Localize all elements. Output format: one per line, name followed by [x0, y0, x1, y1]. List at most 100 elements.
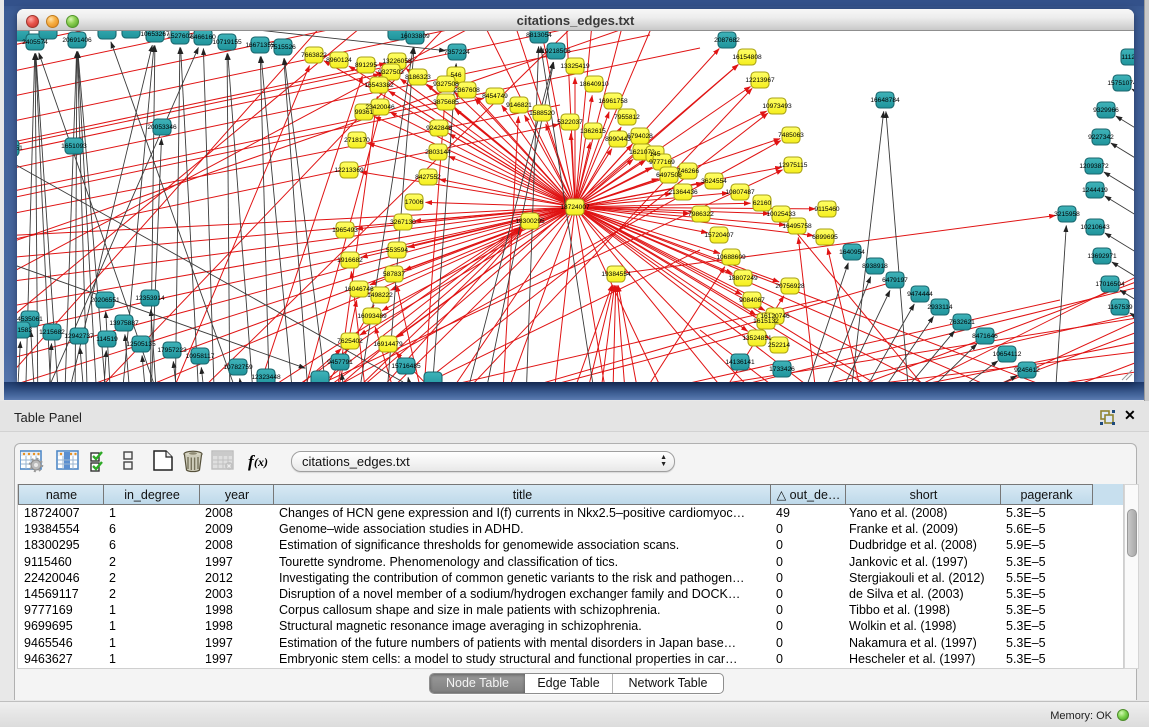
svg-text:16648784: 16648784 [870, 97, 900, 104]
svg-text:18724007: 18724007 [560, 204, 590, 211]
svg-text:16093489: 16093489 [357, 313, 387, 320]
svg-text:16033809: 16033809 [400, 33, 430, 40]
svg-text:12323448: 12323448 [251, 374, 281, 381]
svg-text:20053346: 20053346 [147, 124, 177, 131]
svg-text:546: 546 [450, 72, 461, 79]
svg-text:7632621: 7632621 [949, 319, 975, 326]
svg-text:9245612: 9245612 [1014, 367, 1040, 374]
svg-text:2087682: 2087682 [714, 37, 740, 44]
svg-text:10719155: 10719155 [212, 39, 242, 46]
svg-text:1244419: 1244419 [1082, 187, 1108, 194]
svg-text:19384554: 19384554 [601, 271, 631, 278]
svg-text:3875685: 3875685 [433, 99, 459, 106]
svg-text:1498222: 1498222 [367, 292, 393, 299]
svg-text:15751074: 15751074 [1107, 80, 1134, 87]
svg-text:19218506: 19218506 [541, 48, 571, 55]
svg-text:391583: 391583 [17, 327, 32, 334]
svg-text:7986322: 7986322 [688, 211, 714, 218]
svg-text:16154808: 16154808 [732, 54, 762, 61]
svg-text:4535061: 4535061 [17, 316, 43, 323]
svg-text:8427552: 8427552 [415, 174, 441, 181]
svg-text:7515526: 7515526 [270, 44, 296, 51]
svg-text:3215958: 3215958 [1054, 211, 1080, 218]
svg-text:891295: 891295 [355, 62, 377, 69]
svg-text:12975115: 12975115 [779, 162, 808, 169]
svg-text:2803144: 2803144 [425, 149, 451, 156]
svg-text:9777169: 9777169 [649, 159, 675, 166]
svg-text:5322037: 5322037 [557, 119, 583, 126]
svg-text:10025433: 10025433 [766, 211, 796, 218]
svg-text:2636051: 2636051 [17, 145, 23, 152]
svg-text:16495758: 16495758 [782, 223, 812, 230]
svg-text:3624554: 3624554 [701, 178, 727, 185]
svg-text:8938918: 8938918 [862, 263, 888, 270]
svg-text:1651093: 1651093 [61, 143, 87, 150]
svg-text:9227342: 9227342 [1088, 134, 1114, 141]
svg-text:2405574: 2405574 [22, 39, 48, 46]
svg-text:18807249: 18807249 [728, 275, 758, 282]
svg-text:13226058: 13226058 [382, 58, 412, 65]
svg-text:13975887: 13975887 [109, 320, 139, 327]
svg-text:10807487: 10807487 [725, 189, 755, 196]
svg-text:8454749: 8454749 [482, 93, 508, 100]
svg-text:17016504: 17016504 [1095, 281, 1125, 288]
svg-text:11123: 11123 [1121, 54, 1134, 61]
svg-text:252214: 252214 [768, 342, 790, 349]
svg-text:114519: 114519 [96, 336, 118, 343]
svg-text:(x): (x) [254, 455, 268, 469]
svg-text:10688609: 10688609 [716, 254, 746, 261]
svg-text:8471646: 8471646 [972, 333, 998, 340]
svg-text:18300295: 18300295 [515, 218, 545, 225]
svg-text:145: 145 [649, 151, 660, 158]
svg-text:10973493: 10973493 [762, 103, 792, 110]
svg-text:9146821: 9146821 [506, 102, 532, 109]
svg-text:20206551: 20206551 [90, 297, 120, 304]
svg-text:7357224: 7357224 [444, 49, 470, 56]
svg-text:3267130: 3267130 [390, 219, 416, 226]
svg-text:10654112: 10654112 [993, 351, 1022, 358]
svg-text:1215682: 1215682 [39, 329, 65, 336]
svg-text:7625402: 7625402 [337, 338, 363, 345]
svg-text:1167539: 1167539 [1107, 304, 1133, 311]
svg-text:17006: 17006 [405, 199, 424, 206]
svg-text:13692971: 13692971 [1087, 253, 1117, 260]
svg-text:1615132: 1615132 [753, 318, 779, 325]
svg-text:14136141: 14136141 [725, 359, 755, 366]
svg-text:7955812: 7955812 [614, 114, 640, 121]
svg-text:20691406: 20691406 [62, 37, 92, 44]
svg-text:12942737: 12942737 [64, 333, 94, 340]
svg-text:20756928: 20756928 [775, 283, 805, 290]
svg-text:9457791: 9457791 [327, 359, 353, 366]
svg-text:2367608: 2367608 [454, 87, 480, 94]
svg-text:12213369: 12213369 [334, 167, 364, 174]
svg-text:6899695: 6899695 [812, 234, 838, 241]
svg-text:6479197: 6479197 [882, 277, 908, 284]
svg-text:15720407: 15720407 [704, 232, 734, 239]
svg-text:12353914: 12353914 [135, 295, 165, 302]
svg-text:10958117: 10958117 [186, 353, 215, 360]
svg-text:62160: 62160 [753, 200, 772, 207]
svg-text:553594: 553594 [386, 247, 408, 254]
svg-text:16914479: 16914479 [373, 341, 403, 348]
svg-text:9474444: 9474444 [907, 291, 933, 298]
svg-text:746266: 746266 [677, 168, 699, 175]
svg-text:12093872: 12093872 [1079, 163, 1109, 170]
svg-text:12213967: 12213967 [745, 77, 775, 84]
svg-text:587837: 587837 [383, 271, 405, 278]
svg-text:17957223: 17957223 [157, 347, 187, 354]
svg-text:1640954: 1640954 [839, 249, 865, 256]
svg-text:13524851: 13524851 [742, 335, 772, 342]
svg-text:9084067: 9084067 [739, 297, 765, 304]
svg-text:10210643: 10210643 [1080, 224, 1110, 231]
svg-text:9115460: 9115460 [814, 206, 840, 213]
svg-text:12505135: 12505135 [126, 341, 156, 348]
svg-text:21364436: 21364436 [668, 189, 698, 196]
svg-text:7663822: 7663822 [301, 52, 327, 59]
svg-text:1588520: 1588520 [529, 110, 555, 117]
svg-text:2933114: 2933114 [927, 304, 953, 311]
svg-text:10782759: 10782759 [223, 364, 253, 371]
svg-text:8813054: 8813054 [526, 32, 552, 39]
svg-text:9327503: 9327503 [378, 69, 404, 76]
svg-text:13325419: 13325419 [560, 63, 590, 70]
svg-text:8960124: 8960124 [326, 57, 352, 64]
